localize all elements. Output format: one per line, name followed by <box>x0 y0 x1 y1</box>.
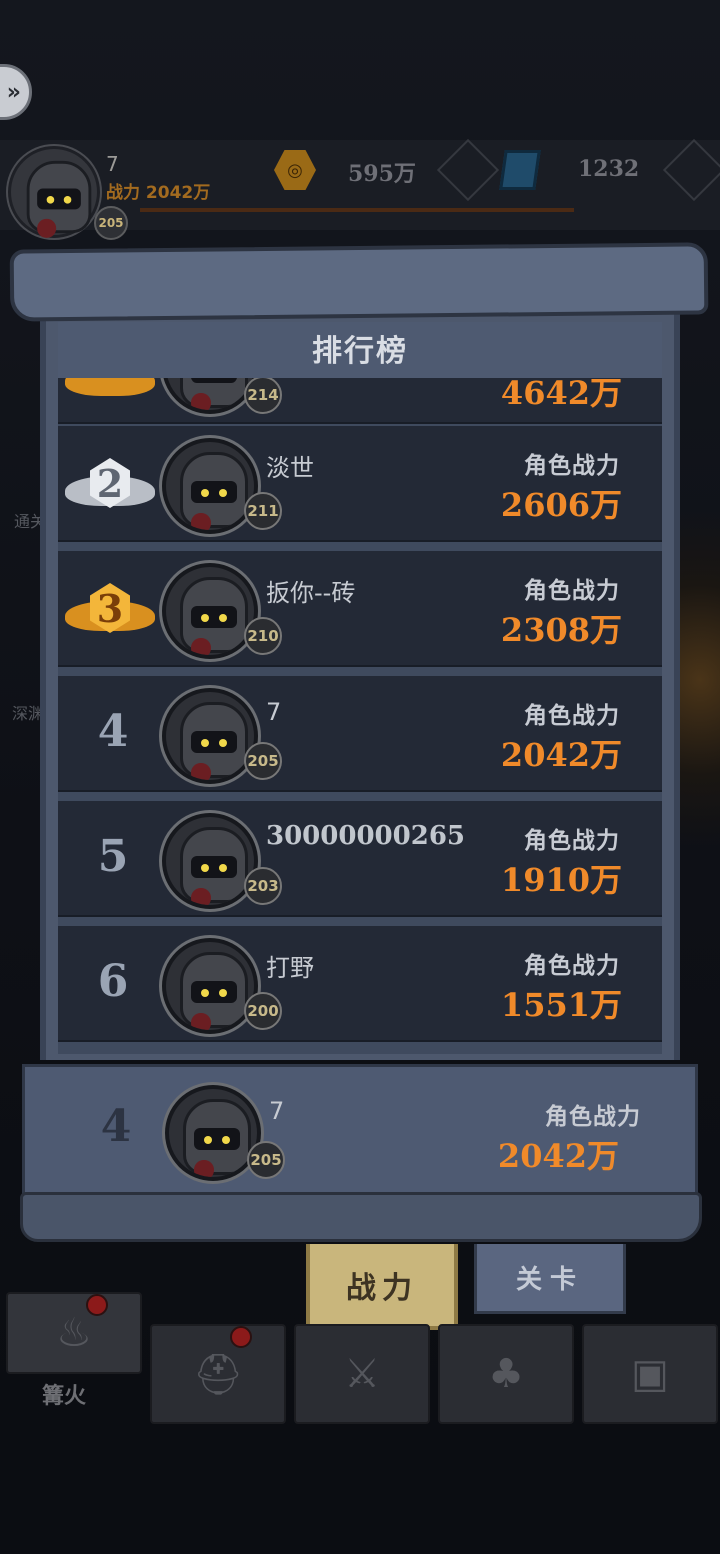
player-name: 扳你--砖 <box>266 579 356 607</box>
player-level-badge: 205 <box>94 206 128 240</box>
power-value: 1910万 <box>500 861 622 899</box>
player-name: 打野 <box>266 954 314 982</box>
list-item[interactable]: 2 211 淡世 角色战力 2606万 <box>58 426 662 542</box>
treasure-chest-icon: ▣ <box>631 1351 669 1397</box>
knight-helmet-icon <box>180 702 248 778</box>
my-level-badge: 205 <box>247 1141 285 1179</box>
power-value: 2042万 <box>500 736 622 774</box>
power-value: 2308万 <box>500 611 622 649</box>
rank-2-badge-icon: 2 <box>64 448 156 518</box>
helmet-icon: ⛑ <box>192 1351 244 1398</box>
leaderboard-list[interactable]: 214 4642万 2 211 淡世 角色战力 2606万 3 210 扳你--… <box>58 378 662 1054</box>
rank-3-badge-icon: 3 <box>64 573 156 643</box>
power-label: 角色战力 <box>524 578 620 604</box>
notification-dot <box>230 1326 252 1348</box>
nav-battle[interactable]: ⚔ <box>294 1324 430 1424</box>
list-item[interactable]: 214 4642万 <box>58 378 662 424</box>
knight-helmet-icon <box>180 577 248 653</box>
power-value: 4642万 <box>500 378 622 412</box>
gem-amount: 1232 <box>578 156 640 182</box>
nav-forest[interactable]: ♣ <box>438 1324 574 1424</box>
power-label: 角色战力 <box>524 828 620 854</box>
power-value: 2606万 <box>500 486 622 524</box>
xp-bar <box>140 208 574 212</box>
nav-chest[interactable]: ▣ <box>582 1324 718 1424</box>
rank-number: 6 <box>97 956 129 1007</box>
list-item[interactable]: 4 205 7 角色战力 2042万 <box>58 676 662 792</box>
player-power: 战力 2042万 <box>106 183 211 203</box>
level-badge: 203 <box>244 867 282 905</box>
nav-campfire-label: 篝火 <box>42 1384 87 1409</box>
my-rank-number: 4 <box>100 1101 132 1152</box>
my-name: 7 <box>269 1097 285 1125</box>
rank-badge-icon <box>64 378 156 408</box>
avatar <box>162 438 258 534</box>
list-item[interactable]: 5 203 30000000265 角色战力 1910万 <box>58 801 662 917</box>
double-chevron-right-icon: » <box>6 79 21 105</box>
list-item[interactable]: 3 210 扳你--砖 角色战力 2308万 <box>58 551 662 667</box>
campfire-icon: ♨ <box>56 1310 92 1356</box>
knight-helmet-icon <box>180 827 248 903</box>
avatar <box>162 938 258 1034</box>
scroll-bottom-roll <box>20 1192 702 1242</box>
my-avatar <box>165 1085 261 1181</box>
avatar <box>162 563 258 659</box>
my-rank-row[interactable]: 4 205 7 角色战力 2042万 <box>22 1064 698 1198</box>
level-badge: 200 <box>244 992 282 1030</box>
power-label: 角色战力 <box>524 453 620 479</box>
power-value: 1551万 <box>500 986 622 1024</box>
scroll-top-roll <box>9 242 709 322</box>
nav-campfire[interactable]: ♨ <box>6 1292 142 1374</box>
level-badge: 205 <box>244 742 282 780</box>
knight-helmet-icon <box>183 1099 251 1175</box>
rank-number: 4 <box>97 706 129 757</box>
avatar <box>162 813 258 909</box>
power-label: 角色战力 <box>545 1104 641 1130</box>
nav-helmet[interactable]: ⛑ <box>150 1324 286 1424</box>
player-name: 30000000265 <box>266 821 465 851</box>
my-power-value: 2042万 <box>497 1137 619 1175</box>
crossed-swords-icon: ⚔ <box>344 1351 380 1397</box>
level-badge: 210 <box>244 617 282 655</box>
level-badge: 211 <box>244 492 282 530</box>
player-name: 7 <box>266 698 282 726</box>
rank-number: 5 <box>97 831 129 882</box>
power-label: 角色战力 <box>524 703 620 729</box>
pine-tree-icon: ♣ <box>488 1351 524 1397</box>
player-name: 淡世 <box>266 454 314 482</box>
bottom-nav: ♨ ⛑ ⚔ ♣ ▣ <box>0 1290 720 1424</box>
power-label: 角色战力 <box>524 953 620 979</box>
avatar <box>162 688 258 784</box>
leaderboard-title: 排行榜 <box>312 334 408 369</box>
level-badge: 214 <box>244 378 282 414</box>
knight-helmet-icon <box>180 452 248 528</box>
knight-helmet-icon <box>180 952 248 1028</box>
knight-helmet-icon <box>26 160 92 234</box>
notification-dot <box>86 1294 108 1316</box>
gem-book-icon <box>499 150 541 190</box>
player-avatar[interactable] <box>8 146 100 238</box>
knight-helmet-icon <box>180 378 248 408</box>
gold-amount: 595万 <box>348 161 416 187</box>
list-item[interactable]: 6 200 打野 角色战力 1551万 <box>58 926 662 1042</box>
player-name: 7 <box>106 152 119 176</box>
